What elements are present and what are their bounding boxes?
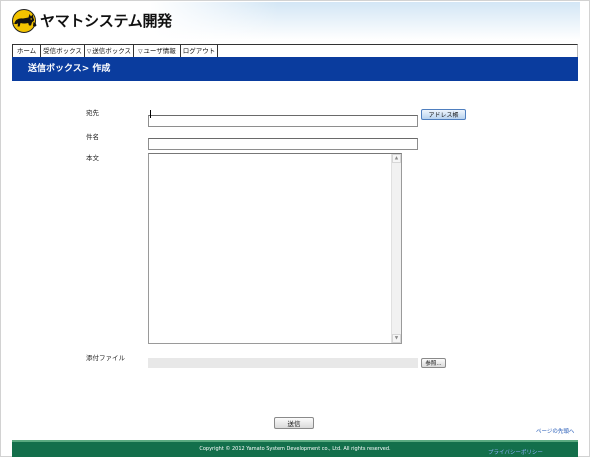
scroll-up-icon[interactable]: ▲ — [392, 154, 401, 163]
header-background — [150, 2, 580, 40]
nav-item-label: 受信ボックス — [43, 47, 82, 55]
black-cat-logo-icon — [12, 9, 37, 33]
subject-label: 件名 — [86, 133, 99, 141]
to-input[interactable] — [148, 115, 418, 127]
attachment-file-field[interactable] — [148, 358, 418, 368]
nav-item-home[interactable]: ホーム — [13, 45, 41, 57]
body-scrollbar[interactable]: ▲ ▼ — [391, 154, 401, 343]
page-title-bar: 送信ボックス> 作成 — [12, 57, 578, 81]
to-field-wrapper — [148, 108, 418, 127]
to-label: 宛先 — [86, 109, 99, 117]
nav-item-label: ホーム — [16, 47, 37, 55]
body-label: 本文 — [86, 154, 99, 162]
nav-item-user-info[interactable]: ユーザ情報 — [134, 45, 181, 57]
main-nav: ホーム 受信ボックス 送信ボックス ユーザ情報 ログアウト — [12, 44, 578, 57]
text-caret — [150, 110, 151, 118]
attachment-label: 添付ファイル — [86, 354, 125, 362]
nav-item-label: ユーザ情報 — [143, 47, 176, 55]
page-title: 送信ボックス> 作成 — [28, 64, 111, 74]
privacy-policy-link[interactable]: プライバシーポリシー — [488, 450, 543, 457]
browse-button[interactable]: 参照... — [421, 358, 446, 368]
nav-item-label: ログアウト — [182, 47, 216, 55]
page-top-link[interactable]: ページの先頭へ — [536, 428, 574, 436]
subject-input[interactable] — [148, 138, 418, 150]
body-textarea-box: ▲ ▼ — [148, 153, 402, 344]
nav-item-outbox[interactable]: 送信ボックス — [85, 45, 134, 57]
nav-item-label: 送信ボックス — [92, 47, 132, 55]
body-textarea[interactable] — [149, 154, 392, 343]
logo-text: ヤマトシステム開発 — [40, 12, 172, 30]
nav-item-inbox[interactable]: 受信ボックス — [41, 45, 85, 57]
nav-item-logout[interactable]: ログアウト — [181, 45, 218, 57]
address-book-button[interactable]: アドレス帳 — [421, 109, 466, 120]
subject-field-wrapper — [148, 131, 418, 150]
send-button[interactable]: 送信 — [274, 417, 314, 429]
scroll-down-icon[interactable]: ▼ — [392, 334, 401, 343]
